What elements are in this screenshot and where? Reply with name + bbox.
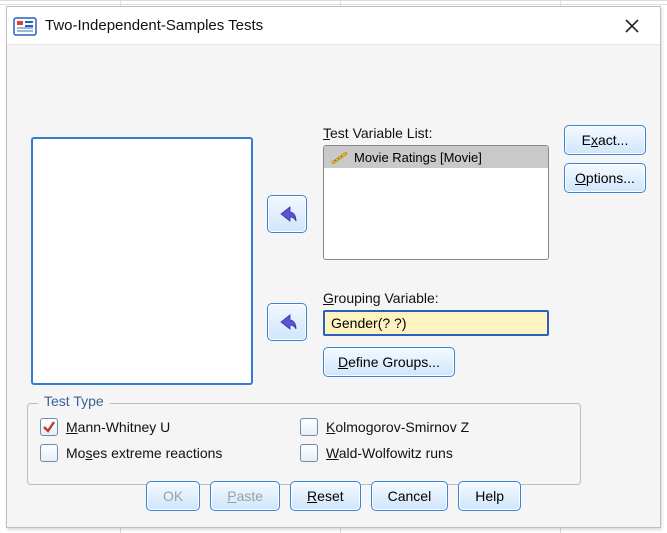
close-icon: [625, 19, 639, 33]
mann-whitney-checkbox[interactable]: Mann-Whitney U: [40, 418, 270, 436]
test-variable-list-label: Test Variable List:: [323, 125, 432, 141]
reset-button[interactable]: Reset: [290, 481, 361, 511]
options-button[interactable]: Options...: [564, 163, 646, 193]
dialog-two-independent-samples: Two-Independent-Samples Tests Test Varia…: [6, 6, 661, 528]
help-button[interactable]: Help: [458, 481, 521, 511]
grouping-variable-label: Grouping Variable:: [323, 290, 439, 306]
paste-button[interactable]: Paste: [210, 481, 280, 511]
checkbox-box: [40, 444, 58, 462]
checkbox-box: [300, 418, 318, 436]
scale-measure-icon: [330, 150, 348, 164]
grouping-variable-field[interactable]: Gender(? ?): [323, 310, 549, 336]
wald-checkbox[interactable]: Wald-Wolfowitz runs: [300, 444, 530, 462]
dialog-button-row: OK Paste Reset Cancel Help: [7, 481, 660, 511]
titlebar: Two-Independent-Samples Tests: [7, 7, 660, 45]
grouping-variable-value: Gender(? ?): [331, 315, 406, 331]
move-to-test-variable-button[interactable]: [267, 195, 307, 233]
arrow-left-icon: [276, 204, 298, 224]
exact-button[interactable]: Exact...: [564, 125, 646, 155]
kolmogorov-checkbox[interactable]: Kolmogorov-Smirnov Z: [300, 418, 530, 436]
define-groups-button[interactable]: Define Groups...: [323, 347, 455, 377]
window-title: Two-Independent-Samples Tests: [45, 17, 614, 34]
source-variable-list[interactable]: [31, 137, 253, 385]
close-button[interactable]: [614, 10, 650, 42]
arrow-left-icon: [276, 312, 298, 332]
test-variable-item[interactable]: Movie Ratings [Movie]: [324, 146, 548, 168]
ok-button[interactable]: OK: [146, 481, 200, 511]
move-to-grouping-variable-button[interactable]: [267, 303, 307, 341]
check-icon: [42, 420, 56, 434]
cancel-button[interactable]: Cancel: [371, 481, 449, 511]
test-type-legend: Test Type: [38, 393, 110, 409]
checkbox-box: [300, 444, 318, 462]
moses-checkbox[interactable]: Moses extreme reactions: [40, 444, 270, 462]
checkbox-box: [40, 418, 58, 436]
app-icon: [13, 14, 37, 38]
test-variable-item-label: Movie Ratings [Movie]: [354, 150, 482, 165]
test-variable-list[interactable]: Movie Ratings [Movie]: [323, 145, 549, 260]
test-type-group: Test Type Mann-Whitney U Kolmogorov-Smir…: [27, 403, 581, 485]
